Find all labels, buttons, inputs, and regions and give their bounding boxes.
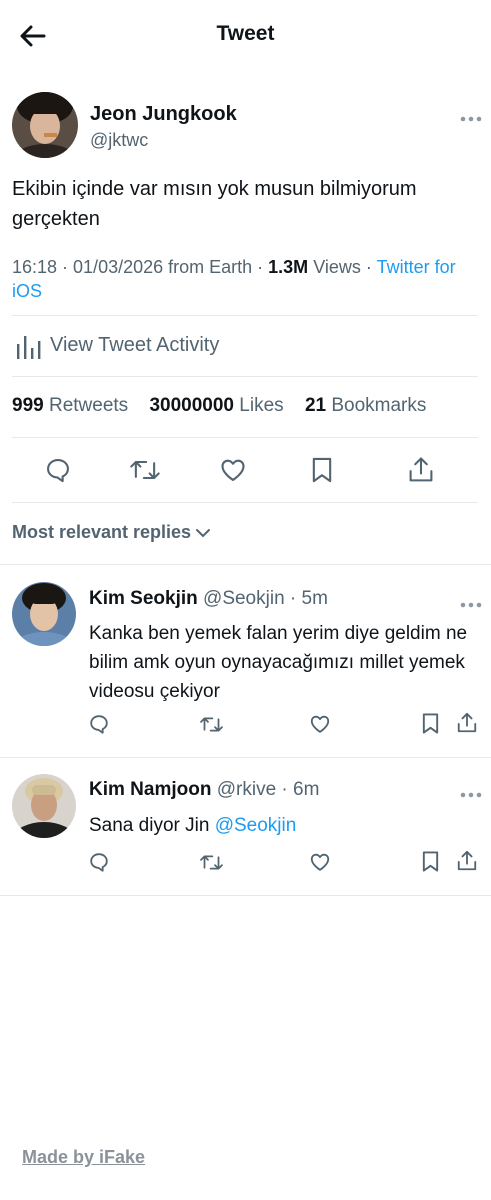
mention-link[interactable]: @Seokjin xyxy=(215,815,297,836)
chevron-down-icon xyxy=(196,529,211,538)
more-icon[interactable] xyxy=(460,596,482,608)
page-title: Tweet xyxy=(216,22,275,45)
like-icon[interactable] xyxy=(219,456,247,489)
replies-sort-label: Most relevant replies xyxy=(12,522,192,542)
views-count: 1.3M xyxy=(268,257,309,277)
author-handle[interactable]: @jktwc xyxy=(90,130,148,151)
tweet-stats: 999 Retweets 30000000 Likes 21 Bookmarks xyxy=(12,395,426,417)
retweet-icon[interactable] xyxy=(199,852,224,878)
more-icon[interactable] xyxy=(460,786,482,798)
divider xyxy=(12,376,478,377)
tweet-meta: 16:18 · 01/03/2026 from Earth · 1.3M Vie… xyxy=(12,255,478,303)
top-bar: Tweet xyxy=(0,0,491,72)
reply-icon[interactable] xyxy=(44,456,72,489)
bookmarks-stat[interactable]: 21 Bookmarks xyxy=(305,395,426,416)
tweet-time-date: 16:18 · 01/03/2026 from Earth · xyxy=(12,257,269,277)
bookmarks-count: 21 xyxy=(304,395,327,416)
likes-stat[interactable]: 30000000 Likes xyxy=(149,395,283,416)
reply-author-name[interactable]: Kim Namjoon xyxy=(89,779,211,800)
reply-avatar[interactable] xyxy=(12,582,76,646)
made-by-watermark[interactable]: Made by iFake xyxy=(22,1147,145,1168)
reply-text: Sana diyor Jin @Seokjin xyxy=(89,811,469,840)
reply-icon[interactable] xyxy=(88,713,110,740)
like-icon[interactable] xyxy=(309,851,331,878)
tweet-text: Ekibin içinde var mısın yok musun bilmiy… xyxy=(12,178,417,230)
retweets-label: Retweets xyxy=(48,395,129,416)
reply-handle-time: @rkive · 6m xyxy=(216,779,320,800)
divider xyxy=(12,315,478,316)
reply-item[interactable]: Kim Seokjin @Seokjin · 5m Kanka ben yeme… xyxy=(0,564,491,757)
like-icon[interactable] xyxy=(309,713,331,740)
divider xyxy=(0,895,491,896)
activity-label: View Tweet Activity xyxy=(50,334,220,356)
author-avatar[interactable] xyxy=(12,92,78,158)
reply-author-name[interactable]: Kim Seokjin xyxy=(89,588,198,609)
retweet-icon[interactable] xyxy=(129,456,161,489)
divider xyxy=(12,437,478,438)
author-name[interactable]: Jeon Jungkook xyxy=(90,103,237,126)
reply-header: Kim Seokjin @Seokjin · 5m xyxy=(89,588,328,610)
activity-bars-icon xyxy=(17,336,41,359)
likes-count: 30000000 xyxy=(149,395,235,416)
reply-item[interactable]: Kim Namjoon @rkive · 6m Sana diyor Jin @… xyxy=(0,757,491,895)
reply-header: Kim Namjoon @rkive · 6m xyxy=(89,779,319,801)
bookmarks-label: Bookmarks xyxy=(331,395,427,416)
bookmark-icon[interactable] xyxy=(420,712,441,740)
likes-label: Likes xyxy=(239,395,284,416)
reply-icon[interactable] xyxy=(88,851,110,878)
share-icon[interactable] xyxy=(456,849,478,878)
retweets-stat[interactable]: 999 Retweets xyxy=(12,395,128,416)
bookmark-icon[interactable] xyxy=(420,850,441,878)
reply-handle-time: @Seokjin · 5m xyxy=(203,588,328,609)
share-icon[interactable] xyxy=(407,455,435,490)
tweet-author: Jeon Jungkook @jktwc xyxy=(12,92,482,162)
more-icon[interactable] xyxy=(460,110,482,122)
retweets-count: 999 xyxy=(12,395,44,416)
replies-sort-dropdown[interactable]: Most relevant replies xyxy=(12,522,211,543)
divider xyxy=(12,502,478,503)
reply-text-body: Sana diyor Jin xyxy=(89,815,215,836)
bookmark-icon[interactable] xyxy=(309,456,335,489)
views-label: Views · xyxy=(308,257,377,277)
reply-text: Kanka ben yemek falan yerim diye geldim … xyxy=(89,623,468,702)
retweet-icon[interactable] xyxy=(199,714,224,740)
share-icon[interactable] xyxy=(456,711,478,740)
view-tweet-activity-button[interactable]: View Tweet Activity xyxy=(12,330,272,364)
reply-avatar[interactable] xyxy=(12,774,76,838)
